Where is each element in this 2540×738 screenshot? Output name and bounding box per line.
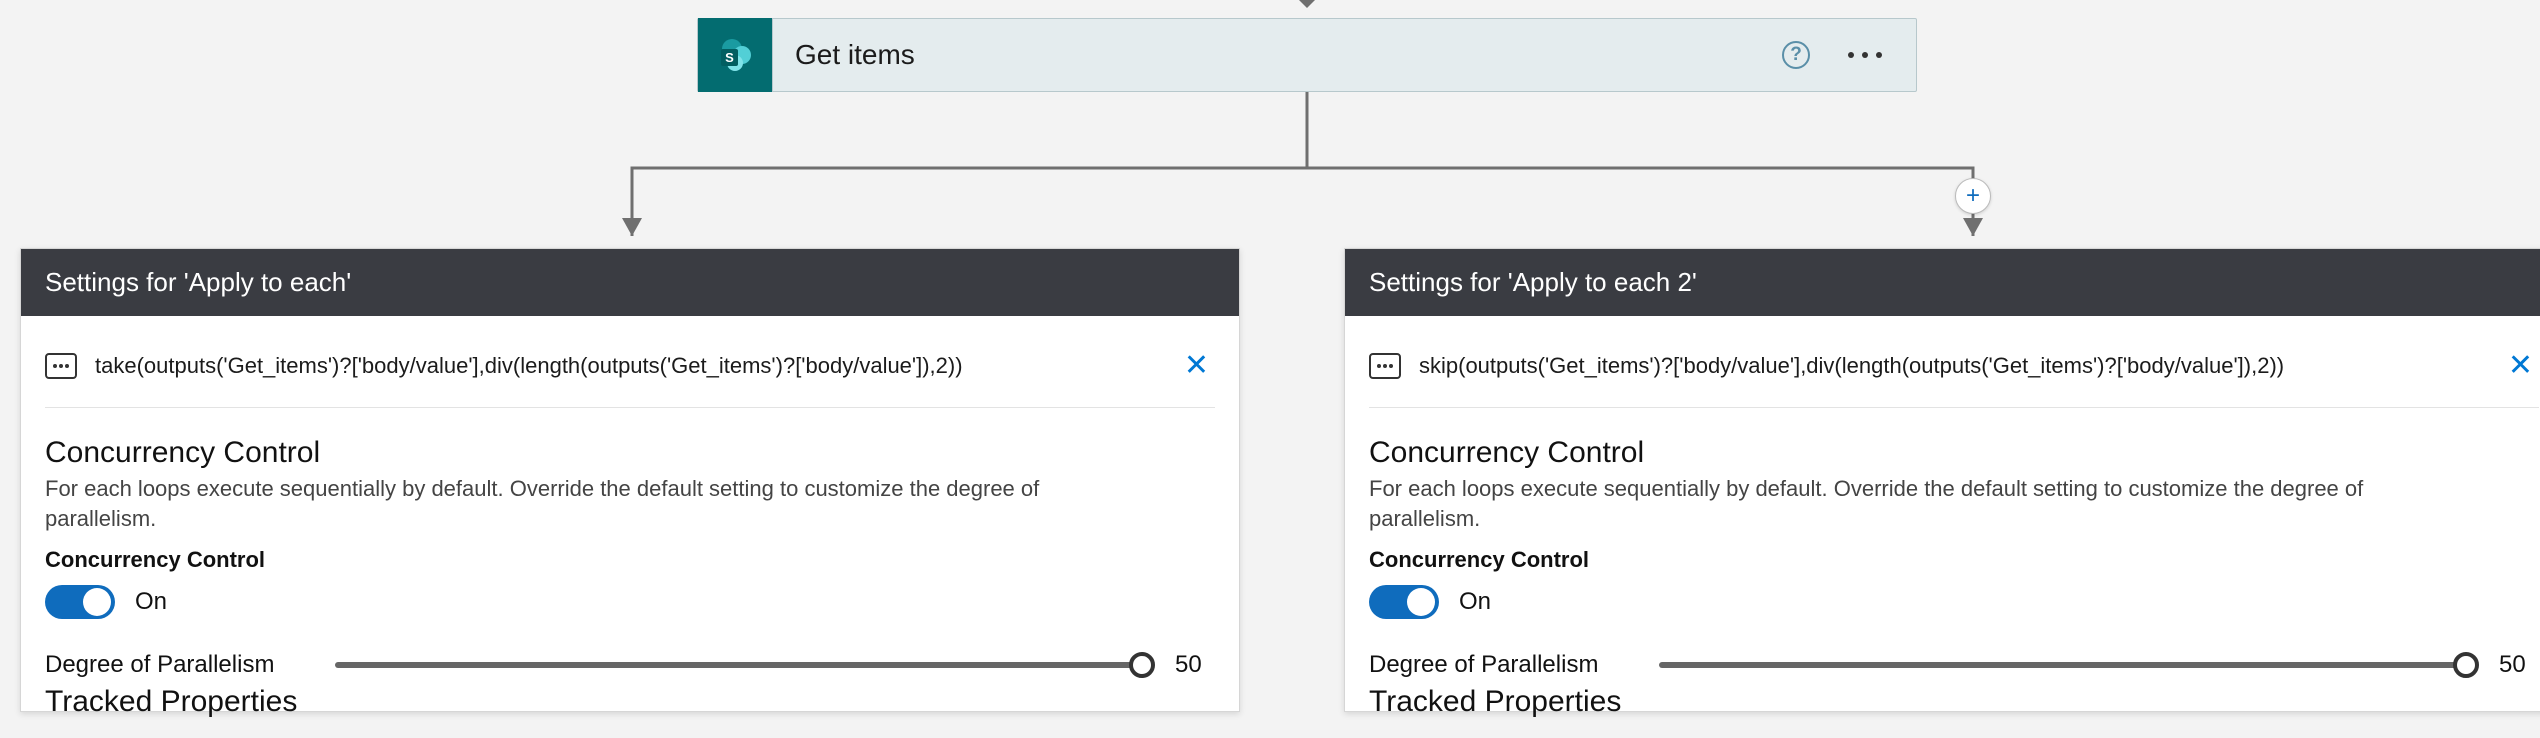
settings-panel-apply-to-each-2: Settings for 'Apply to each 2' skip(outp…	[1344, 248, 2540, 712]
expression-text: take(outputs('Get_items')?['body/value']…	[95, 353, 1178, 379]
concurrency-title: Concurrency Control	[45, 436, 1215, 470]
concurrency-toggle-label: On	[135, 588, 167, 616]
sharepoint-icon: S	[698, 18, 772, 92]
concurrency-sublabel: Concurrency Control	[45, 547, 1215, 573]
sharepoint-letter: S	[725, 50, 734, 65]
add-branch-button[interactable]: +	[1955, 178, 1991, 214]
tracked-properties-label: Tracked Properties	[1369, 685, 2539, 717]
concurrency-desc: For each loops execute sequentially by d…	[45, 474, 1145, 533]
concurrency-toggle[interactable]	[1369, 585, 1439, 619]
tracked-properties-label: Tracked Properties	[45, 685, 1215, 717]
help-icon[interactable]: ?	[1782, 41, 1810, 69]
slider-thumb[interactable]	[2453, 652, 2479, 678]
concurrency-toggle-label: On	[1459, 588, 1491, 616]
panel-header: Settings for 'Apply to each'	[21, 249, 1239, 316]
expression-icon	[45, 353, 77, 379]
settings-panel-apply-to-each: Settings for 'Apply to each' take(output…	[20, 248, 1240, 712]
concurrency-desc: For each loops execute sequentially by d…	[1369, 474, 2469, 533]
expression-row: skip(outputs('Get_items')?['body/value']…	[1369, 334, 2539, 408]
dop-value: 50	[2499, 651, 2539, 679]
expression-icon	[1369, 353, 1401, 379]
expression-text: skip(outputs('Get_items')?['body/value']…	[1419, 353, 2502, 379]
dop-label: Degree of Parallelism	[45, 651, 305, 679]
dop-label: Degree of Parallelism	[1369, 651, 1629, 679]
dop-slider[interactable]	[1659, 662, 2469, 668]
expression-row: take(outputs('Get_items')?['body/value']…	[45, 334, 1215, 408]
action-get-items[interactable]: S Get items ?	[697, 18, 1917, 92]
close-icon[interactable]: ✕	[1178, 348, 1215, 383]
dop-slider[interactable]	[335, 662, 1145, 668]
ellipsis-icon[interactable]	[1848, 52, 1882, 58]
concurrency-toggle[interactable]	[45, 585, 115, 619]
close-icon[interactable]: ✕	[2502, 348, 2539, 383]
action-title: Get items	[772, 19, 1782, 91]
dop-value: 50	[1175, 651, 1215, 679]
concurrency-sublabel: Concurrency Control	[1369, 547, 2539, 573]
panel-header: Settings for 'Apply to each 2'	[1345, 249, 2540, 316]
concurrency-title: Concurrency Control	[1369, 436, 2539, 470]
slider-thumb[interactable]	[1129, 652, 1155, 678]
